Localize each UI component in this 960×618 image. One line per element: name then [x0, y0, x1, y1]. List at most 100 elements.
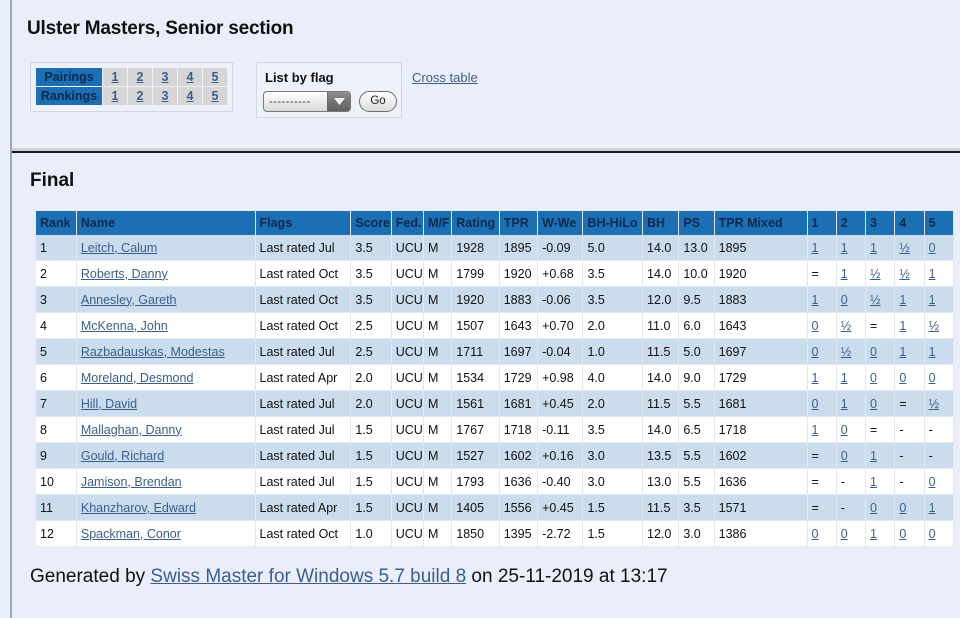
- round-result-link[interactable]: 0: [841, 527, 848, 541]
- column-header-round-3[interactable]: 3: [866, 211, 895, 235]
- round-result-link[interactable]: 0: [870, 501, 877, 515]
- column-header-fed[interactable]: Fed.: [391, 211, 423, 235]
- round-result-link[interactable]: 0: [899, 527, 906, 541]
- pairings-round-5-link[interactable]: 5: [212, 70, 219, 84]
- round-result-link[interactable]: 0: [812, 397, 819, 411]
- player-name-link[interactable]: Gould, Richard: [81, 449, 164, 463]
- round-result-link[interactable]: 0: [929, 527, 936, 541]
- round-result-link[interactable]: ½: [899, 241, 909, 255]
- round-result-link[interactable]: 1: [929, 345, 936, 359]
- round-result-link[interactable]: 1: [929, 267, 936, 281]
- round-result-link[interactable]: 1: [812, 241, 819, 255]
- round-result-link[interactable]: ½: [929, 319, 939, 333]
- cross-table-link[interactable]: Cross table: [412, 70, 478, 85]
- round-result-link[interactable]: 0: [929, 371, 936, 385]
- round-result-link[interactable]: 1: [841, 241, 848, 255]
- column-header-score[interactable]: Score: [351, 211, 391, 235]
- player-name-link[interactable]: Mallaghan, Danny: [81, 423, 182, 437]
- round-result-link[interactable]: 0: [899, 371, 906, 385]
- player-name-link[interactable]: McKenna, John: [81, 319, 168, 333]
- round-result-link[interactable]: 1: [870, 527, 877, 541]
- round-result-link[interactable]: 1: [899, 319, 906, 333]
- round-result-link[interactable]: ½: [870, 293, 880, 307]
- round-result-link[interactable]: 1: [870, 475, 877, 489]
- round-result-link[interactable]: 1: [812, 293, 819, 307]
- pairings-round-1-link[interactable]: 1: [112, 70, 119, 84]
- pairings-round-4[interactable]: 4: [178, 68, 202, 86]
- rankings-round-1[interactable]: 1: [103, 87, 127, 105]
- round-result-link[interactable]: ½: [929, 397, 939, 411]
- column-header-bhhilo[interactable]: BH-HiLo: [583, 211, 643, 235]
- rankings-round-5[interactable]: 5: [203, 87, 227, 105]
- column-header-wwe[interactable]: W-We: [538, 211, 583, 235]
- round-result-link[interactable]: 0: [899, 501, 906, 515]
- rankings-round-2[interactable]: 2: [128, 87, 152, 105]
- player-name-link[interactable]: Annesley, Gareth: [81, 293, 177, 307]
- rankings-round-4-link[interactable]: 4: [187, 89, 194, 103]
- pairings-round-2[interactable]: 2: [128, 68, 152, 86]
- round-result-link[interactable]: 1: [899, 345, 906, 359]
- column-header-round-5[interactable]: 5: [924, 211, 953, 235]
- round-result-link[interactable]: 0: [812, 527, 819, 541]
- rankings-round-5-link[interactable]: 5: [212, 89, 219, 103]
- round-result-link[interactable]: 1: [841, 267, 848, 281]
- column-header-tpr[interactable]: TPR: [499, 211, 537, 235]
- round-result-link[interactable]: 0: [841, 423, 848, 437]
- round-result-link[interactable]: 1: [812, 371, 819, 385]
- player-name-link[interactable]: Razbadauskas, Modestas: [81, 345, 225, 359]
- rankings-round-3[interactable]: 3: [153, 87, 177, 105]
- round-result-link[interactable]: 0: [870, 345, 877, 359]
- round-result-link[interactable]: 0: [929, 241, 936, 255]
- round-result-link[interactable]: ½: [841, 319, 851, 333]
- round-result-link[interactable]: 1: [841, 371, 848, 385]
- player-name-link[interactable]: Hill, David: [81, 397, 137, 411]
- pairings-round-3[interactable]: 3: [153, 68, 177, 86]
- column-header-name[interactable]: Name: [76, 211, 255, 235]
- column-header-rank[interactable]: Rank: [36, 211, 76, 235]
- player-name-link[interactable]: Roberts, Danny: [81, 267, 168, 281]
- player-name-link[interactable]: Moreland, Desmond: [81, 371, 194, 385]
- player-name-link[interactable]: Spackman, Conor: [81, 527, 181, 541]
- rankings-round-1-link[interactable]: 1: [112, 89, 119, 103]
- column-header-round-1[interactable]: 1: [807, 211, 836, 235]
- round-result-link[interactable]: 0: [841, 293, 848, 307]
- column-header-tpr-mixed[interactable]: TPR Mixed: [714, 211, 807, 235]
- flag-select[interactable]: ----------: [263, 91, 351, 112]
- round-result-link[interactable]: ½: [899, 267, 909, 281]
- column-header-mf[interactable]: M/F: [424, 211, 452, 235]
- rankings-round-4[interactable]: 4: [178, 87, 202, 105]
- round-result-link[interactable]: 0: [870, 397, 877, 411]
- round-result-link[interactable]: 1: [841, 397, 848, 411]
- round-result-link[interactable]: 0: [841, 449, 848, 463]
- player-name-link[interactable]: Leitch, Calum: [81, 241, 157, 255]
- go-button[interactable]: Go: [359, 91, 397, 112]
- column-header-ps[interactable]: PS: [679, 211, 714, 235]
- player-name-link[interactable]: Khanzharov, Edward: [81, 501, 196, 515]
- column-header-rating[interactable]: Rating: [452, 211, 499, 235]
- pairings-round-5[interactable]: 5: [203, 68, 227, 86]
- round-result-link[interactable]: 1: [899, 293, 906, 307]
- column-header-bh[interactable]: BH: [643, 211, 679, 235]
- pairings-round-4-link[interactable]: 4: [187, 70, 194, 84]
- column-header-round-4[interactable]: 4: [895, 211, 924, 235]
- pairings-round-3-link[interactable]: 3: [162, 70, 169, 84]
- pairings-round-1[interactable]: 1: [103, 68, 127, 86]
- round-result-link[interactable]: 0: [812, 319, 819, 333]
- round-result-link[interactable]: 1: [929, 293, 936, 307]
- swiss-master-link[interactable]: Swiss Master for Windows 5.7 build 8: [150, 566, 466, 587]
- round-result-link[interactable]: 0: [929, 475, 936, 489]
- column-header-round-2[interactable]: 2: [836, 211, 865, 235]
- round-result-link[interactable]: 0: [870, 371, 877, 385]
- round-result-link[interactable]: 1: [929, 501, 936, 515]
- round-result-link[interactable]: 1: [870, 449, 877, 463]
- round-result-link[interactable]: 1: [812, 423, 819, 437]
- column-header-flags[interactable]: Flags: [255, 211, 351, 235]
- rankings-round-3-link[interactable]: 3: [162, 89, 169, 103]
- round-result-link[interactable]: 0: [812, 345, 819, 359]
- round-result-link[interactable]: ½: [870, 267, 880, 281]
- round-result-link[interactable]: ½: [841, 345, 851, 359]
- round-result-link[interactable]: 1: [870, 241, 877, 255]
- player-name-link[interactable]: Jamison, Brendan: [81, 475, 182, 489]
- pairings-round-2-link[interactable]: 2: [137, 70, 144, 84]
- rankings-round-2-link[interactable]: 2: [137, 89, 144, 103]
